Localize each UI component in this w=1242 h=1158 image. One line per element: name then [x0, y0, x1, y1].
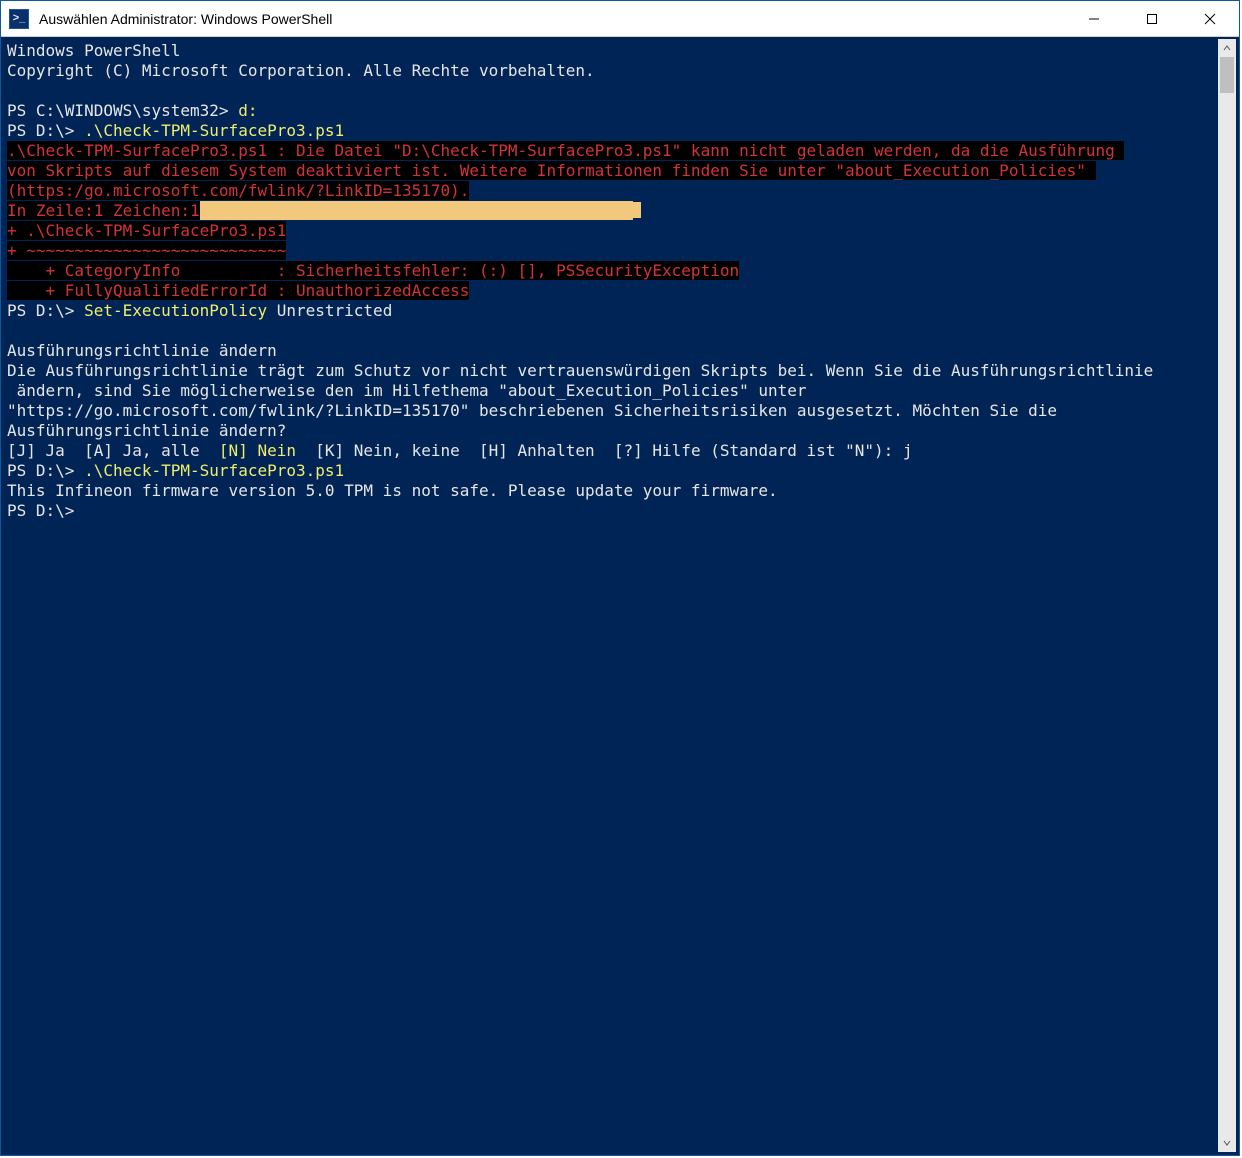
text-caret-selection: [200, 201, 633, 220]
out-line: "https://go.microsoft.com/fwlink/?LinkID…: [7, 401, 1215, 421]
command-arg: Unrestricted: [267, 301, 392, 320]
choice-option: [J] Ja: [7, 441, 84, 460]
error-line: .\Check-TPM-SurfacePro3.ps1 : Die Datei …: [7, 141, 1215, 161]
prompt: PS D:\>: [7, 121, 84, 140]
choice-option: [K] Nein, keine: [296, 441, 479, 460]
choice-line: [J] Ja [A] Ja, alle [N] Nein [K] Nein, k…: [7, 441, 1215, 461]
close-icon: [1204, 13, 1216, 25]
out-line: [7, 321, 1215, 341]
error-line: + ~~~~~~~~~~~~~~~~~~~~~~~~~~~: [7, 241, 1215, 261]
out-line: Die Ausführungsrichtlinie trägt zum Schu…: [7, 361, 1215, 381]
scroll-down-button[interactable]: [1218, 1134, 1236, 1152]
titlebar[interactable]: >_ Auswählen Administrator: Windows Powe…: [1, 1, 1239, 37]
out-line: Ausführungsrichtlinie ändern: [7, 341, 1215, 361]
choice-option-default: [N] Nein: [219, 441, 296, 460]
command: d:: [238, 101, 257, 120]
chevron-down-icon: [1223, 1139, 1231, 1147]
out-line: ändern, sind Sie möglicherweise den im H…: [7, 381, 1215, 401]
prompt: PS C:\WINDOWS\system32>: [7, 101, 238, 120]
choice-answer: j: [903, 441, 913, 460]
error-line: + .\Check-TPM-SurfacePro3.ps1: [7, 221, 1215, 241]
out-line: Ausführungsrichtlinie ändern?: [7, 421, 1215, 441]
window-buttons: [1065, 1, 1239, 36]
minimize-button[interactable]: [1065, 1, 1123, 36]
command: .\Check-TPM-SurfacePro3.ps1: [84, 121, 344, 140]
prompt-line: PS D:\> .\Check-TPM-SurfacePro3.ps1: [7, 461, 1215, 481]
maximize-icon: [1146, 13, 1158, 25]
scroll-up-button[interactable]: [1218, 39, 1236, 57]
command: .\Check-TPM-SurfacePro3.ps1: [84, 461, 344, 480]
client-area: Windows PowerShellCopyright (C) Microsof…: [1, 37, 1239, 1155]
prompt-line: PS D:\> .\Check-TPM-SurfacePro3.ps1: [7, 121, 1215, 141]
prompt-line: PS D:\>: [7, 501, 1215, 521]
vertical-scrollbar[interactable]: [1218, 39, 1236, 1152]
choice-option: [?] Hilfe (Standard ist "N"):: [614, 441, 903, 460]
window-title: Auswählen Administrator: Windows PowerSh…: [37, 11, 1065, 27]
error-line: In Zeile:1 Zeichen:1: [7, 201, 1215, 221]
error-line: von Skripts auf diesem System deaktivier…: [7, 161, 1215, 181]
prompt: PS D:\>: [7, 301, 84, 320]
out-line: Copyright (C) Microsoft Corporation. All…: [7, 61, 1215, 81]
prompt: PS D:\>: [7, 501, 84, 520]
powershell-window: >_ Auswählen Administrator: Windows Powe…: [0, 0, 1240, 1156]
command: Set-ExecutionPolicy: [84, 301, 267, 320]
minimize-icon: [1088, 13, 1100, 25]
out-line: [7, 81, 1215, 101]
text-caret: [633, 202, 641, 218]
prompt-line: PS D:\> Set-ExecutionPolicy Unrestricted: [7, 301, 1215, 321]
close-button[interactable]: [1181, 1, 1239, 36]
powershell-icon: >_: [9, 9, 29, 29]
scroll-thumb[interactable]: [1220, 57, 1234, 93]
error-line: + CategoryInfo : Sicherheitsfehler: (:) …: [7, 261, 1215, 281]
choice-option: [A] Ja, alle: [84, 441, 219, 460]
out-line: This Infineon firmware version 5.0 TPM i…: [7, 481, 1215, 501]
out-line: Windows PowerShell: [7, 41, 1215, 61]
terminal-output[interactable]: Windows PowerShellCopyright (C) Microsof…: [4, 39, 1218, 1152]
error-line: (https:/go.microsoft.com/fwlink/?LinkID=…: [7, 181, 1215, 201]
error-line: + FullyQualifiedErrorId : UnauthorizedAc…: [7, 281, 1215, 301]
window-icon-slot: >_: [1, 9, 37, 29]
prompt-line: PS C:\WINDOWS\system32> d:: [7, 101, 1215, 121]
prompt: PS D:\>: [7, 461, 84, 480]
choice-option: [H] Anhalten: [479, 441, 614, 460]
chevron-up-icon: [1223, 44, 1231, 52]
maximize-button[interactable]: [1123, 1, 1181, 36]
